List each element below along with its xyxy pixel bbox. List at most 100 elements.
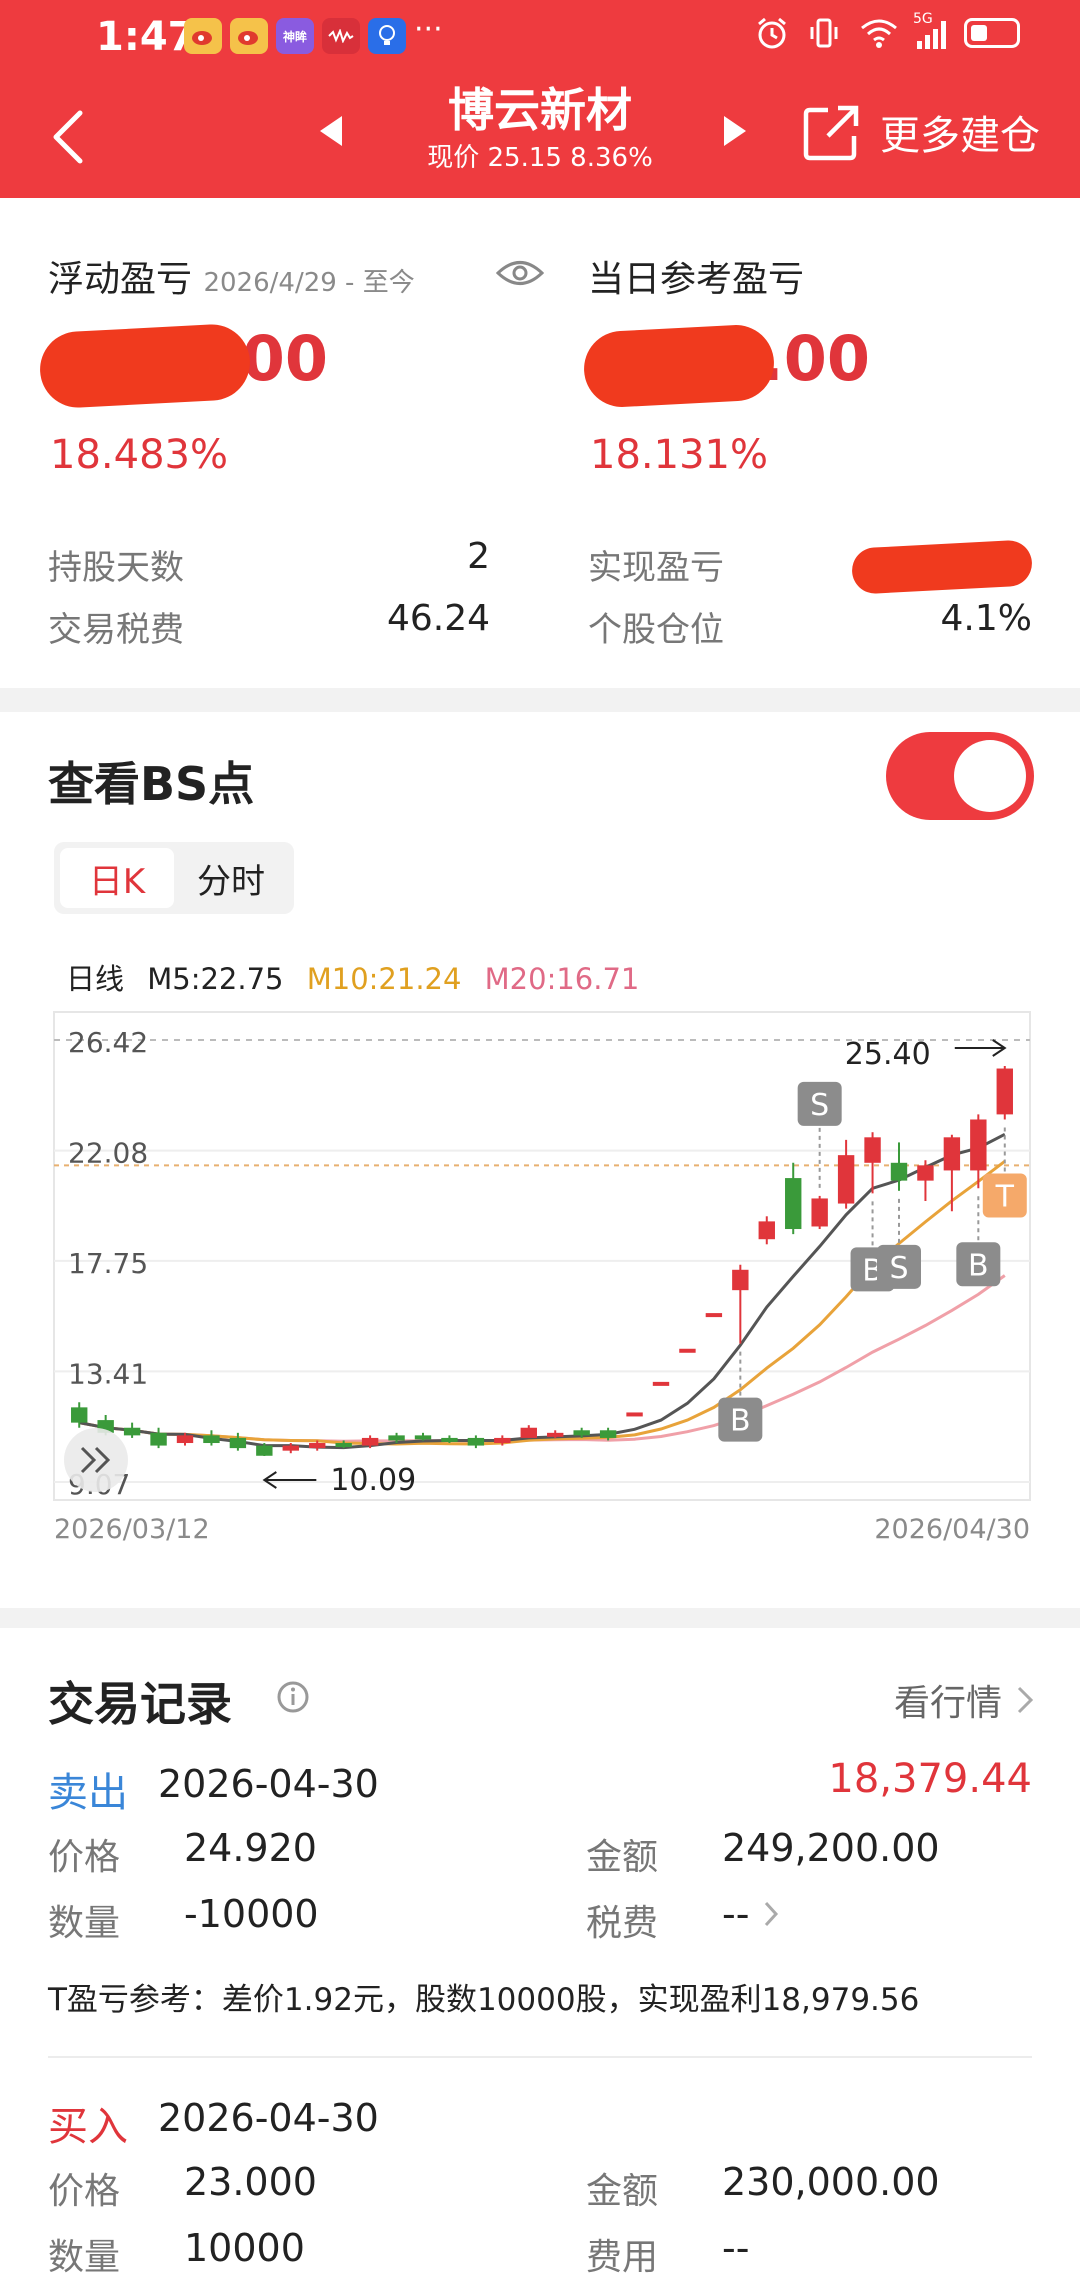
amount-label: 金额: [586, 2171, 659, 2212]
daily-pnl-pct: 18.131%: [590, 432, 768, 478]
network-type: 5G: [913, 11, 933, 27]
candle-body: [573, 1430, 590, 1436]
wifi-icon: [861, 19, 897, 48]
view-market-link[interactable]: 看行情: [894, 1674, 1034, 1726]
eye-icon[interactable]: [496, 258, 544, 288]
trade-type-sell: 卖出: [48, 1770, 128, 1816]
price-label: 价格: [48, 2171, 121, 2212]
candle-body: [441, 1437, 458, 1442]
share-button[interactable]: [802, 104, 862, 164]
trade-date: 2026-04-30: [158, 2096, 379, 2140]
y-tick-label: 17.75: [68, 1247, 148, 1280]
fee-value-link[interactable]: --: [722, 1892, 779, 1936]
triangle-right-icon: [724, 116, 746, 146]
signal-icon: 5G: [913, 11, 946, 49]
max-arrow: [954, 1039, 1007, 1057]
fee-value: --: [722, 2226, 750, 2270]
qty-label: 数量: [48, 2237, 121, 2278]
candle-body: [203, 1435, 220, 1444]
fee-value: --: [722, 1892, 750, 1936]
price-value: 23.000: [184, 2160, 317, 2204]
trades-title: 交易记录: [48, 1677, 232, 1731]
chevron-right-icon: [765, 1901, 779, 1927]
daily-pnl-label: 当日参考盈亏: [588, 259, 805, 300]
bs-marker-label: B: [968, 1248, 989, 1283]
bs-marker-label: S: [810, 1088, 829, 1123]
position-label: 个股仓位: [588, 610, 724, 650]
candle-body: [547, 1432, 564, 1437]
app-header: 1:47 神眸 ··· 5G 博云新材 现价 25.15 8.36% 更多建仓: [0, 0, 1080, 198]
market-link-label: 看行情: [893, 1683, 1002, 1724]
position-value: 4.1%: [940, 598, 1032, 639]
candle-body: [176, 1435, 194, 1444]
fee-label: 税费: [586, 1903, 659, 1944]
candle-body: [494, 1437, 511, 1444]
chart-date-end: 2026/04/30: [874, 1514, 1030, 1545]
y-tick-label: 13.41: [68, 1357, 148, 1390]
candle-body: [335, 1443, 352, 1448]
back-button[interactable]: [50, 102, 100, 172]
battery-icon: [964, 18, 1020, 48]
status-time: 1:47: [96, 14, 196, 60]
candle-body: [520, 1427, 537, 1438]
min-arrow: [262, 1471, 317, 1489]
hold-days-label: 持股天数: [48, 548, 184, 588]
trade-type-buy: 买入: [48, 2104, 128, 2150]
status-more: ···: [414, 12, 443, 47]
candle-body: [758, 1221, 775, 1240]
candle-body: [996, 1068, 1013, 1115]
status-indicators: 5G: [755, 11, 1020, 50]
alarm-icon: [758, 17, 786, 49]
trade-profit: 18,379.44: [828, 1756, 1032, 1802]
hold-days-value: 2: [467, 536, 490, 577]
qty-value: 10000: [184, 2226, 305, 2270]
amount-label: 金额: [586, 1837, 659, 1878]
y-tick-label: 26.42: [68, 1026, 148, 1059]
triangle-left-icon: [320, 116, 342, 146]
t-profit-note: T盈亏参考：差价1.92元，股数10000股，实现盈利18,979.56: [48, 1982, 920, 2018]
info-icon[interactable]: [276, 1680, 310, 1714]
bs-chart-card: 查看BS点 日K 分时 日线 M5:22.75 M10:21.24 M20:16…: [0, 712, 1080, 1608]
max-price-label: 25.40: [845, 1037, 931, 1072]
candle-body: [388, 1435, 405, 1441]
candle-body: [837, 1155, 855, 1204]
candle-body: [150, 1432, 167, 1446]
candle-body: [890, 1162, 908, 1181]
weibo-icon: [230, 18, 268, 54]
back-arrow-icon: [53, 110, 83, 164]
record-divider: [48, 2056, 1032, 2058]
shenmeng-icon: 神眸: [276, 18, 314, 54]
candle-body: [229, 1437, 247, 1449]
qty-label: 数量: [48, 1903, 121, 1944]
more-build-button[interactable]: 更多建仓: [880, 108, 1040, 164]
bs-marker-label: S: [889, 1251, 908, 1286]
status-app-icons: 神眸: [184, 18, 406, 54]
candle-body: [123, 1427, 141, 1436]
candle-body: [361, 1437, 379, 1446]
candle-body: [626, 1412, 643, 1417]
bs-marker-label: T: [995, 1179, 1015, 1214]
float-pnl-pct: 18.483%: [50, 432, 228, 478]
float-range: 2026/4/29 - 至今: [203, 268, 415, 298]
kline-chart[interactable]: 26.4222.0817.7513.419.07BSBSBT25.4010.09: [0, 712, 1080, 1512]
qty-value: -10000: [184, 1892, 319, 1936]
current-price: 现价 25.15 8.36%: [427, 143, 653, 173]
stock-name: 博云新材: [448, 83, 632, 137]
chart-date-start: 2026/03/12: [54, 1514, 210, 1545]
candle-body: [811, 1198, 828, 1227]
tax-label: 交易税费: [48, 610, 184, 650]
next-stock-button[interactable]: [722, 114, 762, 160]
status-bar: 1:47 神眸 ··· 5G: [0, 0, 1080, 72]
amount-value: 249,200.00: [722, 1826, 940, 1870]
pnl-summary-card: 浮动盈亏 2026/4/29 - 至今 当日参考盈亏 .00 0.00 18.4…: [0, 198, 1080, 688]
realized-pnl-label: 实现盈亏: [588, 548, 724, 588]
candle-body: [785, 1178, 802, 1230]
candle-body: [414, 1435, 432, 1440]
candle-body: [599, 1430, 617, 1438]
candle-body: [679, 1348, 696, 1353]
float-pnl-label: 浮动盈亏 2026/4/29 - 至今: [48, 259, 415, 300]
prev-stock-button[interactable]: [318, 114, 358, 160]
candle-body: [970, 1119, 987, 1171]
realized-redaction: [850, 539, 1034, 595]
daily-redaction: [582, 323, 776, 409]
